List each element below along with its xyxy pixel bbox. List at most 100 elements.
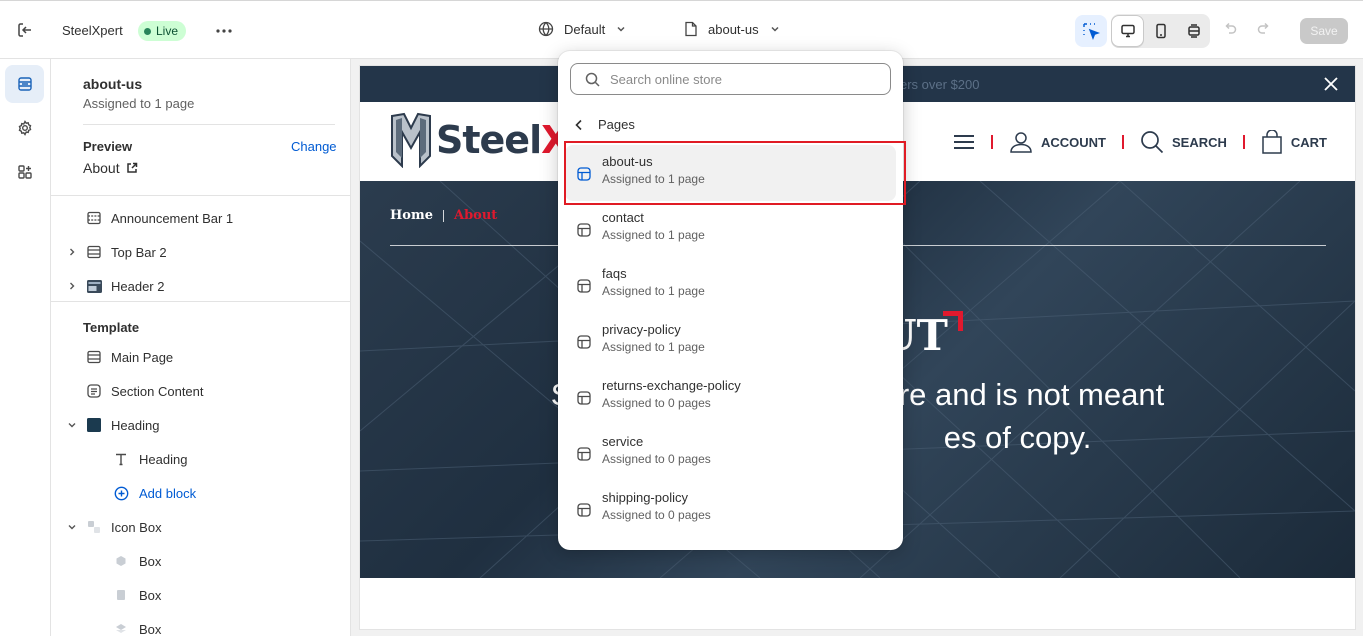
chevron-right-icon[interactable] (67, 281, 79, 291)
section-icon (86, 349, 102, 365)
template-title: about-us (83, 76, 143, 92)
account-label: ACCOUNT (1040, 134, 1106, 150)
page-option-meta: Assigned to 0 pages (602, 452, 711, 466)
tree-item-label: Heading (139, 451, 188, 467)
logo-text: Steel (436, 118, 542, 162)
page-option[interactable]: privacy-policy Assigned to 1 page (565, 313, 896, 369)
heading-thumbnail-icon (86, 417, 102, 433)
theme-settings-nav-button[interactable] (5, 109, 44, 147)
back-to-pages-button[interactable]: Pages (574, 117, 635, 132)
more-actions-button[interactable] (212, 19, 236, 43)
inspector-toggle[interactable] (1075, 15, 1107, 47)
nav-separator (1121, 135, 1124, 149)
ellipsis-icon (216, 29, 232, 33)
add-block-label: Add block (139, 485, 197, 501)
block-box[interactable]: Box (51, 614, 350, 636)
divider (51, 195, 350, 196)
section-icon-box[interactable]: Icon Box (51, 512, 350, 542)
block-box[interactable]: Box (51, 580, 350, 610)
store-name: SteelXpert (62, 23, 123, 38)
preview-label: Preview (83, 139, 133, 154)
hamburger-menu-icon[interactable] (953, 134, 975, 150)
add-block-button[interactable]: Add block (51, 478, 350, 508)
page-option-name: privacy-policy (602, 322, 681, 337)
page-icon (685, 21, 697, 37)
page-option-meta: Assigned to 0 pages (602, 508, 711, 522)
cursor-select-icon (1083, 23, 1100, 40)
close-icon[interactable] (1323, 76, 1339, 92)
box-thumbnail-icon (113, 587, 129, 603)
save-button[interactable]: Save (1300, 18, 1348, 44)
store-search-input[interactable] (610, 71, 860, 87)
page-option-meta: Assigned to 1 page (602, 172, 705, 186)
search-link[interactable]: SEARCH (1140, 130, 1227, 154)
page-option-name: returns-exchange-policy (602, 378, 741, 393)
store-search-field[interactable] (570, 63, 891, 95)
page-option[interactable]: service Assigned to 0 pages (565, 425, 896, 481)
page-option[interactable]: faqs Assigned to 1 page (565, 257, 896, 313)
chevron-down-icon[interactable] (67, 420, 79, 430)
section-icon (86, 244, 102, 260)
preview-page[interactable]: About (83, 160, 138, 176)
section-main-page[interactable]: Main Page (51, 342, 350, 372)
page-option-name: about-us (602, 154, 653, 169)
globe-icon (538, 21, 554, 37)
account-link[interactable]: ACCOUNT (1009, 130, 1106, 154)
sections-nav-button[interactable] (5, 65, 44, 103)
section-section-content[interactable]: Section Content (51, 376, 350, 406)
store-logo[interactable]: SteelX (390, 112, 570, 168)
editor-nav-rail (0, 59, 51, 636)
undo-icon[interactable] (1222, 21, 1238, 37)
redo-icon[interactable] (1256, 21, 1272, 37)
exit-icon (18, 23, 31, 37)
page-option[interactable]: contact Assigned to 1 page (565, 201, 896, 257)
template-icon (577, 503, 591, 517)
template-icon (577, 447, 591, 461)
page-option[interactable]: shipping-policy Assigned to 0 pages (565, 481, 896, 537)
change-preview-link[interactable]: Change (291, 139, 337, 154)
tree-item-label: Main Page (111, 349, 174, 365)
logo-mark-icon (391, 112, 431, 168)
live-dot-icon (144, 27, 151, 35)
page-option[interactable]: about-us Assigned to 1 page (565, 145, 896, 201)
live-status-badge: Live (138, 21, 187, 41)
apps-nav-button[interactable] (5, 153, 44, 191)
section-heading[interactable]: Heading (51, 410, 350, 440)
chevron-down-icon[interactable] (67, 522, 79, 532)
tree-item-label: Icon Box (111, 519, 162, 535)
divider (83, 124, 335, 125)
shopping-bag-icon (1262, 130, 1282, 154)
chevron-right-icon[interactable] (67, 247, 79, 257)
page-option[interactable]: returns-exchange-policy Assigned to 0 pa… (565, 369, 896, 425)
section-top-bar[interactable]: Top Bar 2 (51, 237, 350, 267)
mobile-view-button[interactable] (1144, 15, 1177, 47)
nav-separator (1242, 135, 1245, 149)
block-box[interactable]: Box (51, 546, 350, 576)
announcement-text: ers over $200 (900, 77, 980, 92)
page-selector[interactable]: about-us (684, 21, 781, 37)
apps-icon (17, 165, 32, 179)
desktop-view-button[interactable] (1111, 15, 1144, 47)
box-thumbnail-icon (113, 553, 129, 569)
back-label: Pages (598, 117, 635, 132)
page-selector-label: about-us (708, 21, 759, 37)
external-link-icon (126, 162, 137, 173)
chevron-down-icon (617, 26, 625, 32)
block-heading[interactable]: Heading (51, 444, 350, 474)
preview-page-label: About (83, 160, 120, 176)
page-option-name: shipping-policy (602, 490, 688, 505)
breadcrumb-separator (442, 209, 444, 222)
search-label: SEARCH (1171, 134, 1227, 150)
divider (51, 301, 350, 302)
exit-button[interactable] (14, 19, 36, 41)
desktop-icon (1120, 24, 1135, 38)
nav-separator (990, 135, 993, 149)
theme-selector[interactable]: Default (538, 21, 627, 37)
breadcrumb-home[interactable]: Home (390, 208, 433, 223)
cart-link[interactable]: CART (1261, 130, 1327, 154)
gear-icon (18, 120, 31, 136)
section-announcement-bar[interactable]: Announcement Bar 1 (51, 203, 350, 233)
fullscreen-view-button[interactable] (1177, 15, 1210, 47)
template-icon (577, 279, 591, 293)
section-header[interactable]: Header 2 (51, 271, 350, 301)
